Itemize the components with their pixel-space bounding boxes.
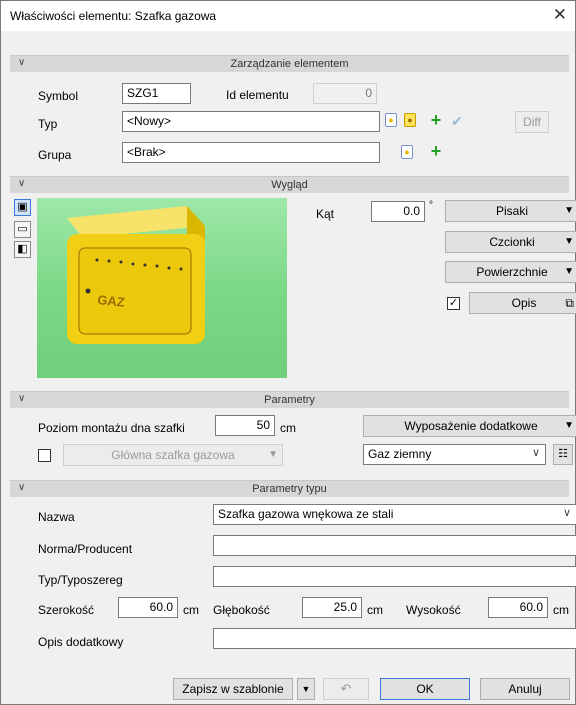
description-checkbox[interactable]: ✓ (447, 297, 460, 310)
group-field[interactable]: <Brak> (122, 142, 380, 163)
name-value: Szafka gazowa wnękowa ze stali (218, 507, 394, 521)
section-management-header[interactable]: ∨ Zarządzanie elementem (10, 55, 569, 72)
angle-input[interactable]: 0.0 (371, 201, 425, 222)
ok-button[interactable]: OK (380, 678, 470, 700)
name-label: Nazwa (38, 510, 75, 524)
description-button[interactable]: Opis ⧉ (469, 292, 576, 314)
surfaces-label: Powierzchnie (476, 265, 548, 279)
section-title: Zarządzanie elementem (230, 58, 349, 70)
section-title: Parametry typu (252, 483, 327, 495)
camera-view-icon[interactable]: ▣ (14, 199, 31, 216)
add-type-icon[interactable]: + (428, 111, 444, 129)
edit-properties-icon[interactable]: ☷ (553, 444, 573, 465)
cabinet-label: GAZ (97, 292, 126, 310)
description-label: Opis (511, 296, 537, 310)
gas-type-value: Gaz ziemny (368, 447, 432, 461)
window-title: Właściwości elementu: Szafka gazowa (10, 9, 217, 23)
extra-description-label: Opis dodatkowy (38, 635, 124, 649)
diff-button[interactable]: Diff (515, 111, 549, 133)
lightbulb-icon[interactable]: ● (385, 113, 397, 127)
width-unit: cm (183, 603, 199, 617)
3d-box-icon[interactable]: ◧ (14, 241, 31, 258)
depth-label: Głębokość (213, 603, 270, 617)
type-field[interactable]: <Nowy> (122, 111, 380, 132)
main-cabinet-dropdown: Główna szafka gazowa ▼ (63, 444, 283, 466)
dropdown-arrow-icon: ▼ (564, 266, 574, 277)
dropdown-arrow-icon: ▼ (564, 236, 574, 247)
angle-label: Kąt (316, 207, 335, 221)
symbol-label: Symbol (38, 89, 79, 103)
section-appearance-header[interactable]: ∨ Wygląd (10, 176, 569, 193)
folder-view-icon[interactable]: ▭ (14, 221, 31, 238)
dropdown-arrow-icon: ▼ (564, 205, 574, 216)
pens-label: Pisaki (495, 204, 528, 218)
fonts-dropdown-button[interactable]: Czcionki ▼ (445, 231, 576, 253)
save-template-button[interactable]: Zapisz w szablonie (173, 678, 293, 700)
main-cabinet-label: Główna szafka gazowa (111, 448, 235, 462)
mount-level-unit: cm (280, 421, 296, 435)
main-cabinet-checkbox[interactable] (38, 449, 51, 462)
element-id-field: 0 (313, 83, 377, 104)
extra-equipment-label: Wyposażenie dodatkowe (404, 419, 538, 433)
close-icon[interactable]: ✕ (553, 5, 567, 25)
gas-type-select[interactable]: Gaz ziemny ∨ (363, 444, 546, 465)
extra-equipment-dropdown[interactable]: Wyposażenie dodatkowe ▼ (363, 415, 576, 437)
save-template-dropdown-icon[interactable]: ▼ (297, 678, 315, 700)
lightbulb-icon[interactable]: ● (401, 145, 413, 159)
cabinet-top (67, 206, 205, 238)
confirm-check-icon[interactable]: ✔ (449, 113, 465, 129)
undo-icon: ↶ (323, 678, 369, 700)
group-label: Grupa (38, 148, 72, 162)
section-title: Wygląd (271, 179, 308, 191)
element-preview-image: GAZ (37, 198, 287, 378)
cancel-button[interactable]: Anuluj (480, 678, 570, 700)
surfaces-dropdown-button[interactable]: Powierzchnie ▼ (445, 261, 576, 283)
series-input[interactable] (213, 566, 576, 587)
section-parameters-header[interactable]: ∨ Parametry (10, 391, 569, 408)
width-label: Szerokość (38, 603, 95, 617)
width-input[interactable]: 60.0 (118, 597, 178, 618)
chevron-down-icon: ∨ (531, 447, 540, 459)
section-title: Parametry (264, 394, 315, 406)
height-input[interactable]: 60.0 (488, 597, 548, 618)
name-select[interactable]: Szafka gazowa wnękowa ze stali ∨ (213, 504, 576, 525)
lightbulb-yellow-icon[interactable]: ● (404, 113, 416, 127)
mount-level-label: Poziom montażu dna szafki (38, 421, 185, 435)
height-unit: cm (553, 603, 569, 617)
fonts-label: Czcionki (489, 235, 535, 249)
element-id-label: Id elementu (226, 88, 289, 102)
properties-dialog: Właściwości elementu: Szafka gazowa ✕ ∨ … (0, 0, 576, 705)
norm-producer-input[interactable] (213, 535, 576, 556)
pens-dropdown-button[interactable]: Pisaki ▼ (445, 200, 576, 222)
cabinet-render: GAZ (67, 206, 205, 344)
angle-unit: ° (429, 200, 433, 211)
extra-description-input[interactable] (213, 628, 576, 649)
depth-unit: cm (367, 603, 383, 617)
symbol-input[interactable]: SZG1 (122, 83, 191, 104)
title-bar: Właściwości elementu: Szafka gazowa ✕ (1, 1, 575, 31)
chevron-down-icon: ∨ (562, 507, 571, 519)
height-label: Wysokość (406, 603, 461, 617)
norm-producer-label: Norma/Producent (38, 542, 133, 556)
dropdown-arrow-icon: ▼ (268, 449, 278, 460)
dropdown-arrow-icon: ▼ (564, 420, 574, 431)
section-type-parameters-header[interactable]: ∨ Parametry typu (10, 480, 569, 497)
add-group-icon[interactable]: + (428, 142, 444, 160)
type-label: Typ (38, 117, 58, 131)
mount-level-input[interactable]: 50 (215, 415, 275, 436)
open-window-icon: ⧉ (565, 296, 574, 310)
depth-input[interactable]: 25.0 (302, 597, 362, 618)
series-label: Typ/Typoszereg (38, 573, 123, 587)
